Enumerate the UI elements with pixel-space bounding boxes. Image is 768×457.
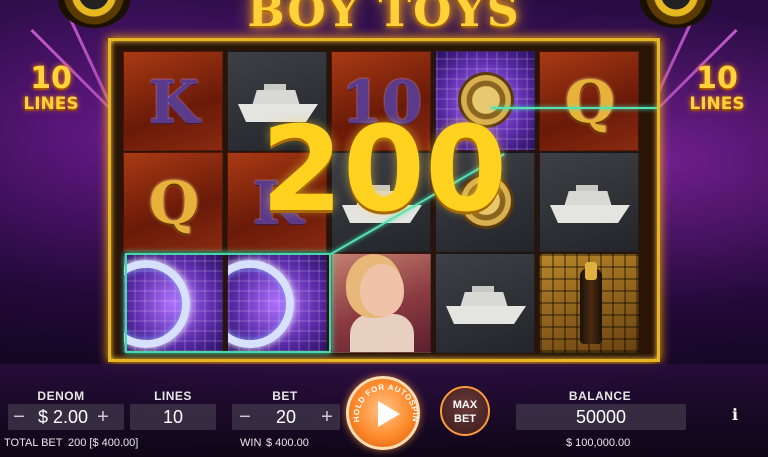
total-bet-value: 200 [$ 400.00] bbox=[68, 437, 139, 449]
lines-badge-label: LINES bbox=[689, 94, 745, 114]
lines-badge-number: 10 bbox=[30, 61, 72, 96]
lines-label: LINES bbox=[154, 389, 192, 403]
bet-increase-button[interactable]: + bbox=[318, 404, 336, 430]
max-bet-line1: MAX bbox=[452, 399, 478, 411]
symbol-girl bbox=[331, 253, 431, 353]
denom-value: $ 2.00 bbox=[37, 407, 89, 427]
symbol-champagne bbox=[539, 253, 639, 353]
play-icon bbox=[378, 401, 400, 427]
lines-badge-number: 10 bbox=[696, 61, 738, 96]
yacht-icon bbox=[446, 284, 526, 324]
win-label: WIN bbox=[240, 437, 262, 449]
girl-icon bbox=[360, 264, 404, 316]
bet-value: 20 bbox=[275, 407, 297, 427]
denom-decrease-button[interactable]: − bbox=[10, 404, 28, 430]
girl-body bbox=[350, 314, 414, 352]
winning-symbols-highlight bbox=[125, 253, 331, 353]
lines-badge-left: 10 LINES bbox=[16, 64, 86, 113]
denom-label: DENOM bbox=[37, 389, 85, 403]
win-amount-display: 200 bbox=[260, 100, 508, 238]
game-logo: BOY TOYS bbox=[247, 0, 521, 37]
bet-label: BET bbox=[272, 389, 298, 403]
spin-button[interactable]: HOLD FOR AUTOSPIN bbox=[346, 376, 420, 450]
max-bet-button[interactable]: MAX BET bbox=[440, 386, 490, 436]
denom-increase-button[interactable]: + bbox=[94, 404, 112, 430]
total-bet-label: TOTAL BET bbox=[4, 437, 63, 449]
balance-label: BALANCE bbox=[568, 389, 632, 403]
max-bet-line2: BET bbox=[454, 413, 476, 425]
win-value: $ 400.00 bbox=[266, 437, 309, 449]
info-button[interactable]: i bbox=[722, 402, 748, 428]
balance-money: $ 100,000.00 bbox=[566, 437, 631, 449]
champagne-bottle-icon bbox=[580, 262, 602, 344]
lines-value: 10 bbox=[162, 407, 184, 427]
balance-value: 50000 bbox=[575, 407, 627, 427]
lines-badge-right: 10 LINES bbox=[682, 64, 752, 113]
lines-badge-label: LINES bbox=[23, 94, 79, 114]
symbol-yacht bbox=[435, 253, 535, 353]
